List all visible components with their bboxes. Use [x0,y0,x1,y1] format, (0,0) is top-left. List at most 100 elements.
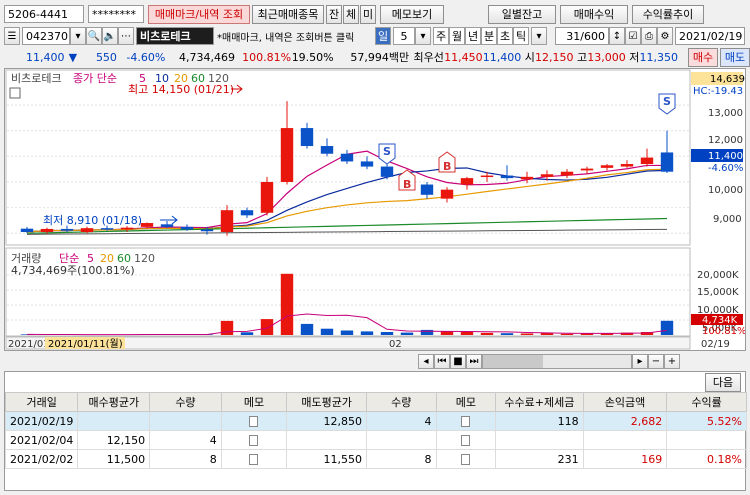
chart-tool-a-icon[interactable]: ↕ [609,27,625,45]
axis-pct: -4.60% [708,163,743,174]
menu-icon[interactable]: ☰ [4,27,20,45]
signal-label: S [383,145,391,158]
account-input[interactable]: 5206-4441 [4,5,84,23]
cell-buy-qty: 4 [149,430,222,450]
period-month[interactable]: 월 [449,27,465,45]
date-input[interactable]: 2021/02/19 [675,27,745,45]
x-label-cursor: 2021/01/11(월) [48,338,123,350]
candle [280,128,294,182]
col-buy-memo[interactable]: 메모 [220,392,288,412]
zoom-in-icon[interactable]: + [664,353,680,369]
period-minute[interactable]: 분 [481,27,497,45]
scroll-right-icon[interactable]: ▸ [632,353,648,369]
sell-button[interactable]: 매도 [720,47,750,67]
col-date[interactable]: 거래일 [4,392,79,412]
volume-bar [560,333,574,335]
period-second[interactable]: 초 [497,27,513,45]
search-icon[interactable]: 🔍 [86,27,102,45]
speaker-icon[interactable]: 🔈 [102,27,118,45]
vol-ma-120: 120 [134,252,155,265]
candle [580,168,594,171]
memo-icon[interactable] [435,430,497,450]
count-value: 31 [566,29,581,43]
return-trend-button[interactable]: 수익률추이 [632,4,704,24]
cell-date: 2021/02/02 [4,449,79,469]
scroll-thumb[interactable] [483,354,543,368]
daily-balance-button[interactable]: 일별잔고 [488,4,556,24]
volume-bar [380,332,394,335]
memo-edit-icon[interactable] [435,411,497,431]
zoom-out-icon[interactable]: − [648,353,664,369]
cell-buy-avg: 11,500 [77,449,151,469]
candle [460,178,474,185]
table-row[interactable]: 2021/02/02 11,500 8 11,550 8 231 169 0.1… [4,449,747,469]
memo-edit-icon[interactable] [220,430,288,450]
tab-executed[interactable]: 체 [343,4,359,24]
col-fee[interactable]: 수수료+제세금 [495,392,584,412]
buy-button[interactable]: 매수 [688,47,718,67]
stock-name[interactable]: 비츠로테크 [136,27,214,45]
tab-recent-stocks[interactable]: 최근매매종목 [252,4,324,24]
axis-10000: 10,000 [708,185,743,196]
x-label-last: 02/19 [701,339,730,350]
scroll-track[interactable] [482,353,632,369]
period-value[interactable]: 5 [393,27,415,45]
count-input[interactable]: 31/600 [555,27,609,45]
dropdown-icon[interactable]: ▾ [70,27,86,45]
chart-tool-c-icon[interactable]: ⎙ [641,27,657,45]
candle [560,171,574,176]
tab-trade-mark[interactable]: 매매마크/내역 조회 [148,4,250,24]
memo-edit-icon[interactable] [220,449,288,469]
scroll-start-icon[interactable]: ⏮ [434,353,450,369]
stock-chart[interactable]: SBBS 비츠로테크 종가 단순 5 10 20 60 120 최고 14,15… [4,68,746,351]
volume-bar [400,332,414,335]
candle [540,174,554,177]
tab-unexecuted[interactable]: 미 [360,4,376,24]
scroll-left-icon[interactable]: ◂ [418,353,434,369]
memo-edit-icon[interactable] [435,449,497,469]
col-sell-avg[interactable]: 매도평균가 [286,392,367,412]
cell-buy-qty: 8 [149,449,222,469]
table-row[interactable]: 2021/02/04 12,150 4 [4,430,747,450]
cell-pnl: 2,682 [582,411,668,431]
col-rate[interactable]: 수익률 [666,392,747,412]
chart-tool-b-icon[interactable]: ☑ [625,27,641,45]
down-arrow-icon[interactable]: ▾ [531,27,547,45]
chart-canvas[interactable]: SBBS 비츠로테크 종가 단순 5 10 20 60 120 최고 14,15… [5,69,745,350]
low-price: 11,350 [639,50,679,64]
high-mark: 최고 14,150 (01/21) [128,83,234,96]
volume-bar [520,333,534,335]
grid-toggle-icon[interactable] [9,87,21,99]
cell-buy-avg [77,411,151,431]
bid-price: 11,450 [444,50,483,64]
stock-code-input[interactable]: 042370 [22,27,70,45]
memo-view-button[interactable]: 메모보기 [380,4,444,24]
col-buy-qty[interactable]: 수량 [149,392,222,412]
trade-profit-button[interactable]: 매매수익 [560,4,628,24]
next-button[interactable]: 다음 [705,372,741,392]
notice-text: *매매마크, 내역은 조회버튼 클릭 [217,32,355,44]
tab-balance[interactable]: 잔 [326,4,342,24]
scroll-end-icon[interactable]: ⏭ [466,353,482,369]
candle [80,228,94,233]
period-dropdown-icon[interactable]: ▾ [415,27,431,45]
period-week[interactable]: 주 [433,27,449,45]
volume-bar [660,320,674,335]
chart-tool-d-icon[interactable]: ⚙ [657,27,673,45]
vol-axis-current: 4,734K [702,315,738,326]
ma-label: 종가 단순 [73,72,117,85]
table-row[interactable]: 2021/02/19 12,850 4 118 2,682 5.52% [4,411,747,431]
period-tick[interactable]: 틱 [513,27,529,45]
col-sell-qty[interactable]: 수량 [366,392,437,412]
password-input[interactable]: ******** [88,5,144,23]
tools-icon[interactable]: ⋯ [118,27,134,45]
scroll-stop-icon[interactable]: ■ [450,353,466,369]
period-year[interactable]: 년 [465,27,481,45]
volume-bar [460,332,474,335]
col-buy-avg[interactable]: 매수평균가 [77,392,151,412]
high-price: 13,000 [587,50,626,64]
col-pnl[interactable]: 손익금액 [582,392,668,412]
period-day[interactable]: 일 [375,27,391,45]
memo-icon[interactable] [220,411,288,431]
col-sell-memo[interactable]: 메모 [435,392,497,412]
